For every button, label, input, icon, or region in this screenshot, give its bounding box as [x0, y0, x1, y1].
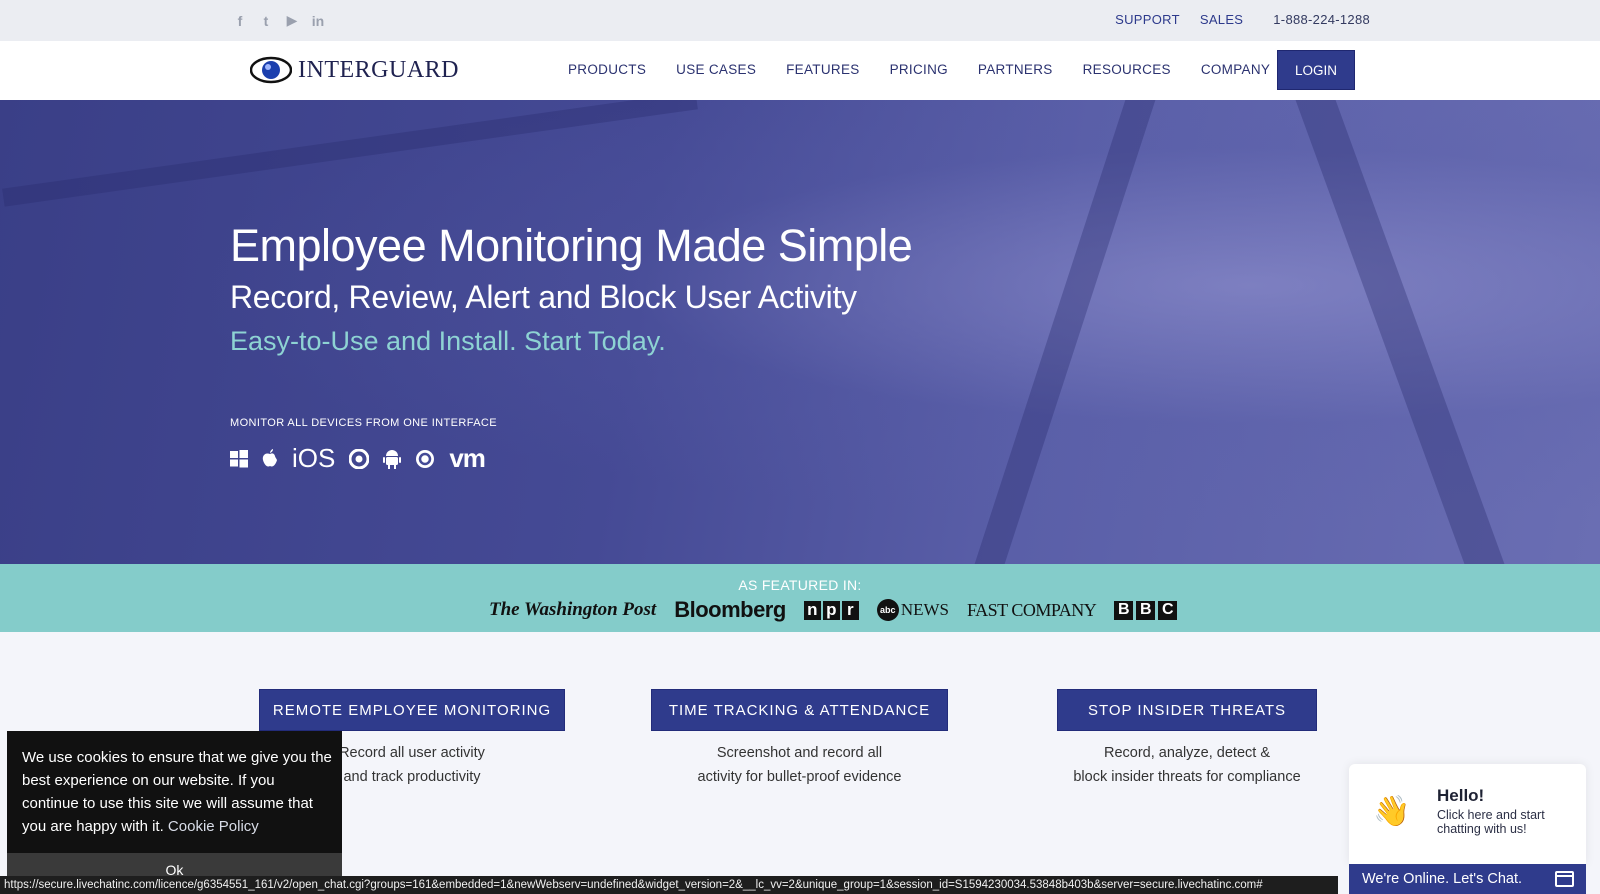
nav-item-partners[interactable]: PARTNERS — [978, 62, 1053, 77]
bbc-letter: C — [1158, 600, 1178, 620]
hero-tagline: Easy-to-Use and Install. Start Today. — [230, 326, 666, 356]
chat-hello: Hello! — [1437, 786, 1485, 805]
cookie-banner: We use cookies to ensure that we give yo… — [7, 731, 342, 894]
login-button[interactable]: LOGIN — [1277, 50, 1355, 90]
monitor-devices-label: MONITOR ALL DEVICES FROM ONE INTERFACE — [230, 417, 498, 429]
featured-in-bar: AS FEATURED IN: The Washington Post Bloo… — [0, 564, 1600, 632]
nav-menu: PRODUCTS USE CASES FEATURES PRICING PART… — [568, 62, 1270, 77]
time-tracking-description: Screenshot and record all activity for b… — [651, 741, 948, 789]
description-line: block insider threats for compliance — [1073, 769, 1301, 785]
vmware-icon: vm — [449, 443, 486, 473]
nav-item-use-cases[interactable]: USE CASES — [676, 62, 756, 77]
chat-greeting-card[interactable]: 👋 Hello! Click here and start chatting w… — [1349, 764, 1586, 864]
interguard-logo[interactable]: INTERGUARD — [250, 56, 459, 84]
linkedin-icon[interactable]: in — [311, 13, 325, 29]
apple-icon — [262, 449, 277, 467]
abc-mark: abc — [876, 599, 899, 621]
press-logos: The Washington Post Bloomberg n p r abc … — [489, 597, 1178, 623]
time-tracking-button[interactable]: TIME TRACKING & ATTENDANCE — [651, 689, 948, 731]
background-beam — [1295, 100, 1505, 564]
nav-item-pricing[interactable]: PRICING — [890, 62, 948, 77]
hero-subtitle: Record, Review, Alert and Block User Act… — [230, 279, 857, 315]
windows-icon — [230, 449, 248, 467]
nav-item-resources[interactable]: RESOURCES — [1083, 62, 1171, 77]
description-line: Record, analyze, detect & — [1103, 745, 1271, 761]
background-beam — [974, 100, 1156, 564]
npr-letter: r — [841, 600, 859, 620]
background-beam — [2, 100, 698, 207]
chat-invite-text: Click here and start chatting with us! — [1437, 808, 1545, 836]
support-link[interactable]: SUPPORT — [1115, 12, 1180, 27]
bloomberg-logo: Bloomberg — [674, 597, 786, 622]
browser-status-bar: https://secure.livechatinc.com/licence/g… — [0, 876, 1338, 894]
featured-in-label: AS FEATURED IN: — [738, 577, 862, 593]
description-line: Screenshot and record all — [716, 745, 883, 761]
npr-letter: p — [822, 600, 840, 620]
bbc-letter: B — [1114, 600, 1134, 620]
washington-post-logo: The Washington Post — [489, 599, 657, 620]
top-bar: f t ▶ in SUPPORT SALES 1-888-224-1288 — [0, 0, 1600, 41]
remote-monitoring-button[interactable]: REMOTE EMPLOYEE MONITORING — [259, 689, 565, 731]
nav-item-features[interactable]: FEATURES — [786, 62, 859, 77]
maximize-window-icon[interactable] — [1555, 871, 1574, 887]
fast-company-logo: FAST COMPANY — [966, 599, 1097, 620]
device-icons: iOS vm — [230, 443, 486, 474]
android-icon — [383, 449, 402, 469]
abc-news-text: NEWS — [900, 600, 949, 619]
npr-logo: n p r — [803, 600, 859, 620]
hero-title: Employee Monitoring Made Simple — [230, 220, 913, 271]
top-links: SUPPORT SALES 1-888-224-1288 — [1115, 12, 1370, 27]
youtube-icon[interactable]: ▶ — [285, 12, 299, 29]
nav-item-products[interactable]: PRODUCTS — [568, 62, 646, 77]
main-nav: INTERGUARD PRODUCTS USE CASES FEATURES P… — [0, 41, 1600, 100]
facebook-icon[interactable]: f — [233, 13, 247, 29]
abc-news-logo: abc NEWS — [876, 599, 949, 621]
description-line: activity for bullet-proof evidence — [697, 769, 902, 785]
social-links: f t ▶ in — [233, 12, 325, 29]
logo-text: INTERGUARD — [298, 56, 459, 83]
nav-item-company[interactable]: COMPANY — [1201, 62, 1270, 77]
phone-number[interactable]: 1-888-224-1288 — [1273, 12, 1370, 27]
chat-bar-label: We're Online. Let's Chat. — [1362, 871, 1523, 887]
ios-icon: iOS — [292, 443, 336, 473]
citrix-icon — [416, 449, 435, 468]
waving-hand-icon: 👋 — [1373, 795, 1411, 828]
hero-section: Employee Monitoring Made Simple Record, … — [0, 100, 1600, 564]
sales-link[interactable]: SALES — [1200, 12, 1243, 27]
cookie-policy-link[interactable]: Cookie Policy — [168, 818, 259, 835]
bbc-logo: B B C — [1114, 600, 1178, 620]
eye-logo-icon — [250, 56, 292, 84]
insider-threats-button[interactable]: STOP INSIDER THREATS — [1057, 689, 1317, 731]
npr-letter: n — [803, 600, 821, 620]
chat-launch-bar[interactable]: We're Online. Let's Chat. — [1349, 864, 1586, 894]
cookie-message: We use cookies to ensure that we give yo… — [22, 746, 332, 838]
insider-threats-description: Record, analyze, detect & block insider … — [1037, 741, 1337, 789]
twitter-icon[interactable]: t — [259, 13, 273, 29]
chrome-icon — [349, 448, 370, 469]
bbc-letter: B — [1136, 600, 1156, 620]
